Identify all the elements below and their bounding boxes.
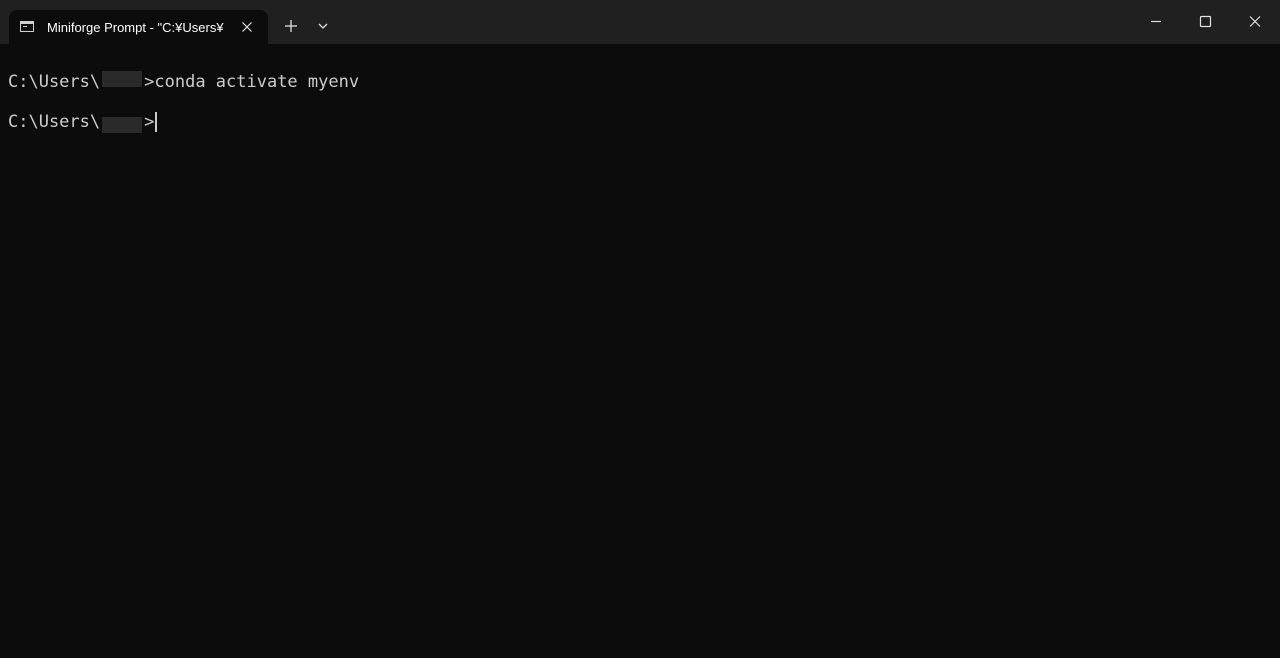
terminal-line: C:\Users\ >	[8, 110, 158, 134]
maximize-button[interactable]	[1181, 0, 1231, 44]
chevron-down-icon	[318, 23, 328, 29]
tab-close-button[interactable]	[238, 18, 256, 36]
minimize-button[interactable]	[1131, 0, 1181, 44]
new-tab-button[interactable]	[280, 15, 302, 37]
title-bar[interactable]: Miniforge Prompt - "C:¥Users¥	[0, 0, 1280, 44]
text-cursor	[155, 112, 158, 132]
tab-title: Miniforge Prompt - "C:¥Users¥	[47, 20, 224, 35]
prompt-path: C:\Users\	[8, 72, 101, 92]
close-icon	[242, 22, 252, 32]
terminal-window: Miniforge Prompt - "C:¥Users¥ C:\Users\ …	[0, 0, 1280, 658]
tab-dropdown-button[interactable]	[313, 15, 333, 37]
close-icon	[1249, 16, 1261, 27]
terminal-icon	[20, 21, 34, 32]
redacted-username	[102, 117, 143, 133]
terminal-line: C:\Users\ >conda activate myenv	[8, 70, 359, 94]
close-window-button[interactable]	[1230, 0, 1280, 44]
redacted-username	[102, 71, 143, 87]
minimize-icon	[1151, 20, 1161, 23]
prompt-path: C:\Users\	[8, 112, 101, 132]
prompt-symbol: >	[144, 112, 155, 132]
command-text: conda activate myenv	[154, 72, 360, 92]
tab-miniforge-prompt[interactable]: Miniforge Prompt - "C:¥Users¥	[9, 10, 268, 44]
terminal-output[interactable]: C:\Users\ >conda activate myenv C:\Users\…	[0, 44, 1280, 658]
prompt-symbol: >	[144, 72, 155, 92]
maximize-icon	[1199, 15, 1212, 28]
plus-icon	[285, 20, 297, 32]
